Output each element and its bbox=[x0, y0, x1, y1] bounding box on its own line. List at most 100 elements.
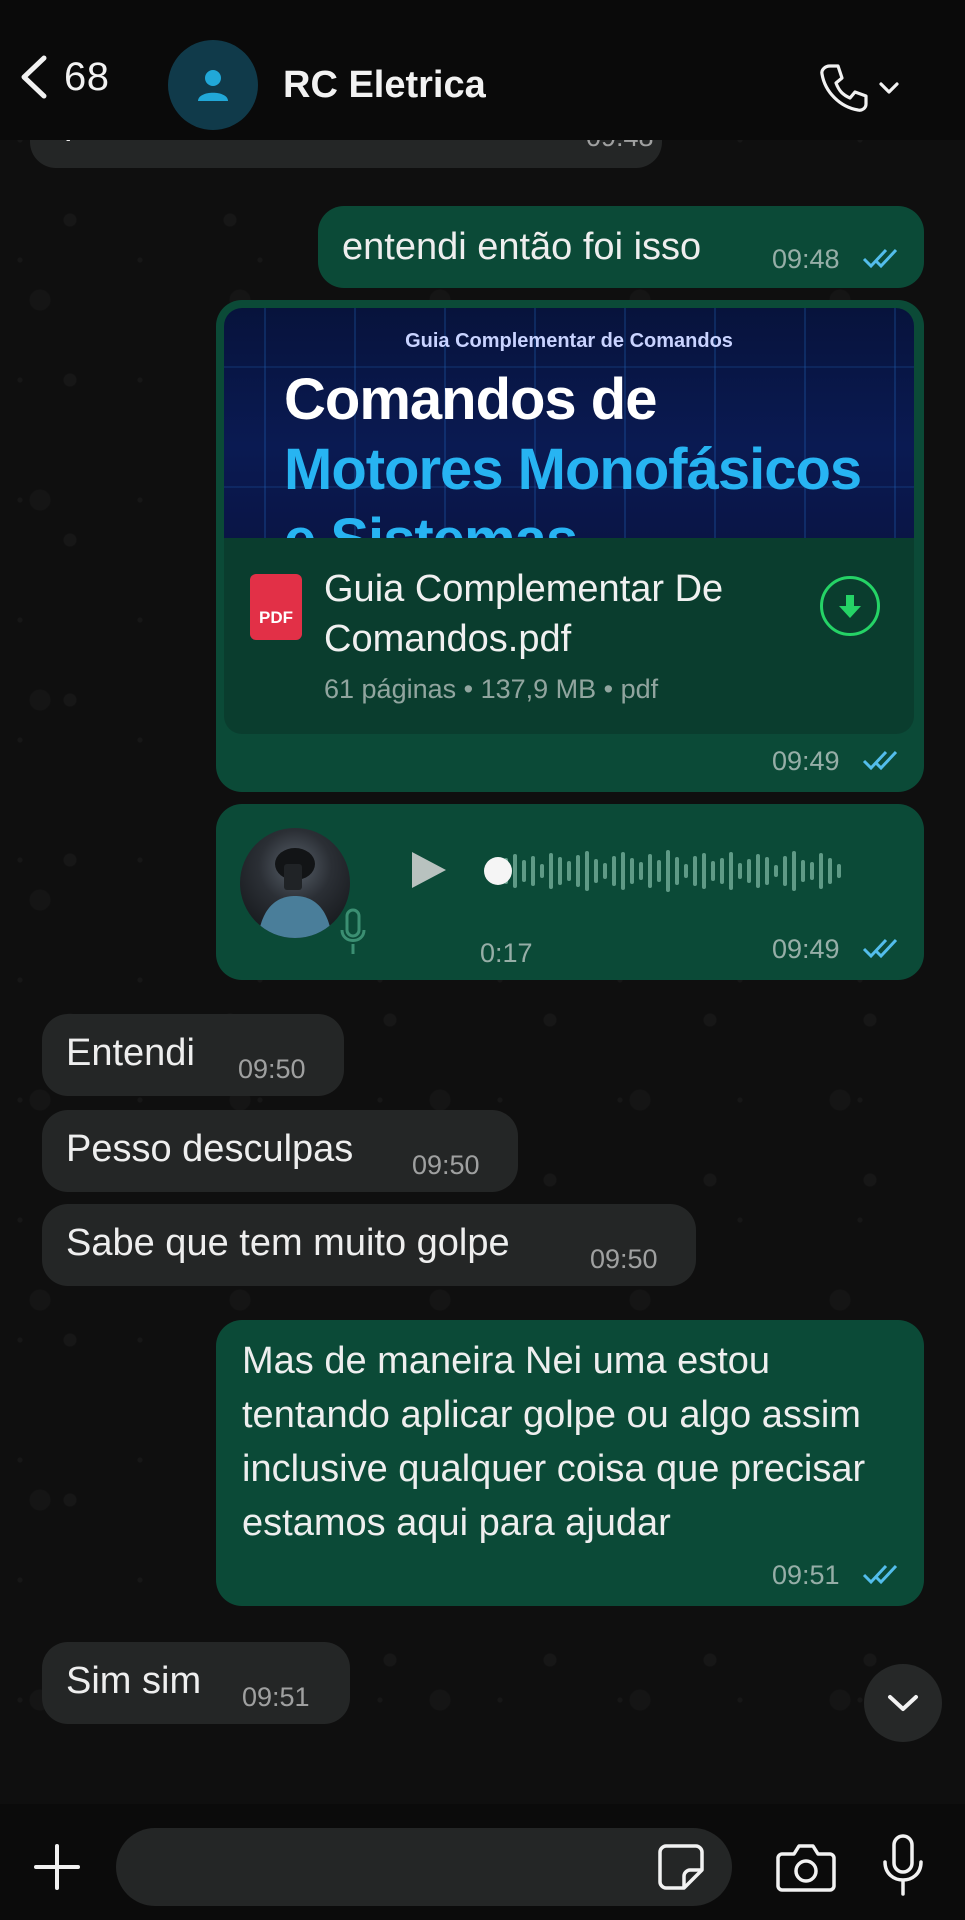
message-time: 09:51 bbox=[242, 1682, 310, 1712]
chevron-down-icon bbox=[879, 82, 899, 94]
message-time: 09:48 bbox=[772, 244, 840, 274]
waveform-bar bbox=[792, 851, 796, 891]
message-bubble-outgoing[interactable]: Mas de maneira Nei uma estou tentando ap… bbox=[216, 1320, 924, 1606]
waveform-bar bbox=[675, 857, 679, 885]
message-composer bbox=[0, 1804, 965, 1920]
waveform-bar bbox=[540, 864, 544, 878]
mic-icon bbox=[340, 908, 366, 954]
waveform-bar bbox=[576, 855, 580, 887]
sender-avatar bbox=[240, 828, 350, 938]
plus-icon[interactable] bbox=[32, 1842, 82, 1892]
message-time: 09:49 bbox=[772, 934, 840, 964]
message-bubble-incoming[interactable]: Sim sim 09:51 bbox=[42, 1642, 350, 1724]
message-text: Pesso desculpas bbox=[66, 1128, 354, 1170]
waveform-bar bbox=[837, 864, 841, 878]
audio-waveform[interactable] bbox=[486, 848, 886, 894]
waveform-bar bbox=[603, 863, 607, 879]
waveform-bar bbox=[828, 858, 832, 884]
message-bubble-incoming[interactable]: Sabe que tem muito golpe 09:50 bbox=[42, 1204, 696, 1286]
back-button[interactable]: 68 bbox=[18, 54, 110, 100]
pdf-icon: PDF bbox=[250, 574, 302, 640]
message-time: 09:50 bbox=[238, 1054, 306, 1084]
waveform-bar bbox=[720, 858, 724, 884]
waveform-bar bbox=[666, 850, 670, 892]
document-info[interactable]: PDF Guia Complementar De Comandos.pdf 61… bbox=[224, 538, 914, 734]
document-preview-thumbnail[interactable]: Guia Complementar de Comandos Comandos d… bbox=[224, 308, 914, 538]
preview-title-line: e Sistemas bbox=[284, 506, 578, 538]
waveform-bar bbox=[549, 853, 553, 889]
download-icon bbox=[839, 595, 861, 618]
message-time: 09:50 bbox=[412, 1150, 480, 1180]
back-chevron-icon bbox=[21, 55, 47, 99]
waveform-bar bbox=[783, 856, 787, 886]
preview-title-line: Comandos de bbox=[284, 367, 657, 432]
waveform-bar bbox=[801, 860, 805, 882]
message-bubble-outgoing[interactable]: entendi então foi isso 09:48 bbox=[318, 206, 924, 288]
pdf-icon-label: PDF bbox=[259, 608, 293, 627]
voice-message[interactable]: 0:17 09:49 bbox=[216, 804, 924, 980]
audio-scrubber[interactable] bbox=[484, 857, 512, 885]
waveform-bar bbox=[810, 862, 814, 880]
play-icon[interactable] bbox=[406, 848, 450, 892]
scroll-to-bottom-button[interactable] bbox=[864, 1664, 942, 1742]
message-text: Sabe que tem muito golpe bbox=[66, 1222, 510, 1264]
mic-icon[interactable] bbox=[880, 1834, 926, 1896]
waveform-bar bbox=[639, 862, 643, 880]
message-time: 09:50 bbox=[590, 1244, 658, 1274]
download-button[interactable] bbox=[820, 576, 880, 636]
message-input[interactable] bbox=[116, 1828, 732, 1906]
waveform-bar bbox=[657, 860, 661, 882]
contact-name[interactable]: RC Eletrica bbox=[283, 64, 486, 107]
read-receipt-icon bbox=[862, 248, 898, 269]
waveform-bar bbox=[693, 856, 697, 886]
preview-title-line: Motores Monofásicos bbox=[284, 437, 862, 502]
chat-header: 68 RC Eletrica bbox=[0, 0, 965, 140]
call-button[interactable] bbox=[816, 60, 900, 116]
message-time: 09:51 bbox=[772, 1560, 840, 1590]
waveform-bar bbox=[531, 856, 535, 886]
waveform-bar bbox=[567, 861, 571, 881]
waveform-bar bbox=[747, 859, 751, 883]
contact-avatar[interactable] bbox=[168, 40, 258, 130]
message-bubble-incoming[interactable]: Pesso desculpas 09:50 bbox=[42, 1110, 518, 1192]
message-text: entendi então foi isso bbox=[342, 226, 702, 268]
avatar-photo-icon bbox=[258, 848, 332, 938]
read-receipt-icon bbox=[862, 938, 898, 959]
waveform-bar bbox=[684, 864, 688, 878]
waveform-bar bbox=[612, 856, 616, 886]
person-icon bbox=[198, 70, 228, 101]
camera-icon[interactable] bbox=[776, 1840, 836, 1892]
waveform-bar bbox=[819, 853, 823, 889]
waveform-bar bbox=[522, 860, 526, 882]
chevron-down-icon bbox=[888, 1695, 918, 1711]
document-file-name: Guia Complementar De Comandos.pdf bbox=[324, 568, 724, 660]
message-text: Mas de maneira Nei uma estou tentando ap… bbox=[242, 1340, 866, 1544]
audio-duration: 0:17 bbox=[480, 938, 533, 968]
preview-subtitle: Guia Complementar de Comandos bbox=[405, 330, 733, 352]
phone-icon bbox=[820, 64, 868, 112]
waveform-bar bbox=[729, 852, 733, 890]
waveform-bar bbox=[765, 857, 769, 885]
message-text: Sim sim bbox=[66, 1660, 202, 1702]
waveform-bar bbox=[711, 861, 715, 881]
waveform-bar bbox=[756, 854, 760, 888]
waveform-bar bbox=[513, 854, 517, 888]
waveform-bar bbox=[738, 863, 742, 879]
waveform-bar bbox=[630, 858, 634, 884]
waveform-bar bbox=[594, 859, 598, 883]
message-time: 09:49 bbox=[772, 746, 840, 776]
message-text: Entendi bbox=[66, 1032, 195, 1074]
waveform-bar bbox=[702, 853, 706, 889]
document-meta: 61 páginas • 137,9 MB • pdf bbox=[324, 674, 659, 704]
waveform-bar bbox=[585, 851, 589, 891]
document-message[interactable]: Guia Complementar de Comandos Comandos d… bbox=[216, 300, 924, 792]
read-receipt-icon bbox=[862, 1564, 898, 1585]
waveform-bar bbox=[774, 865, 778, 877]
message-bubble-incoming[interactable]: Entendi 09:50 bbox=[42, 1014, 344, 1096]
sticker-icon[interactable] bbox=[656, 1842, 706, 1892]
waveform-bar bbox=[621, 852, 625, 890]
unread-count: 68 bbox=[64, 54, 110, 99]
waveform-bar bbox=[558, 857, 562, 885]
waveform-bar bbox=[648, 854, 652, 888]
read-receipt-icon bbox=[862, 750, 898, 771]
